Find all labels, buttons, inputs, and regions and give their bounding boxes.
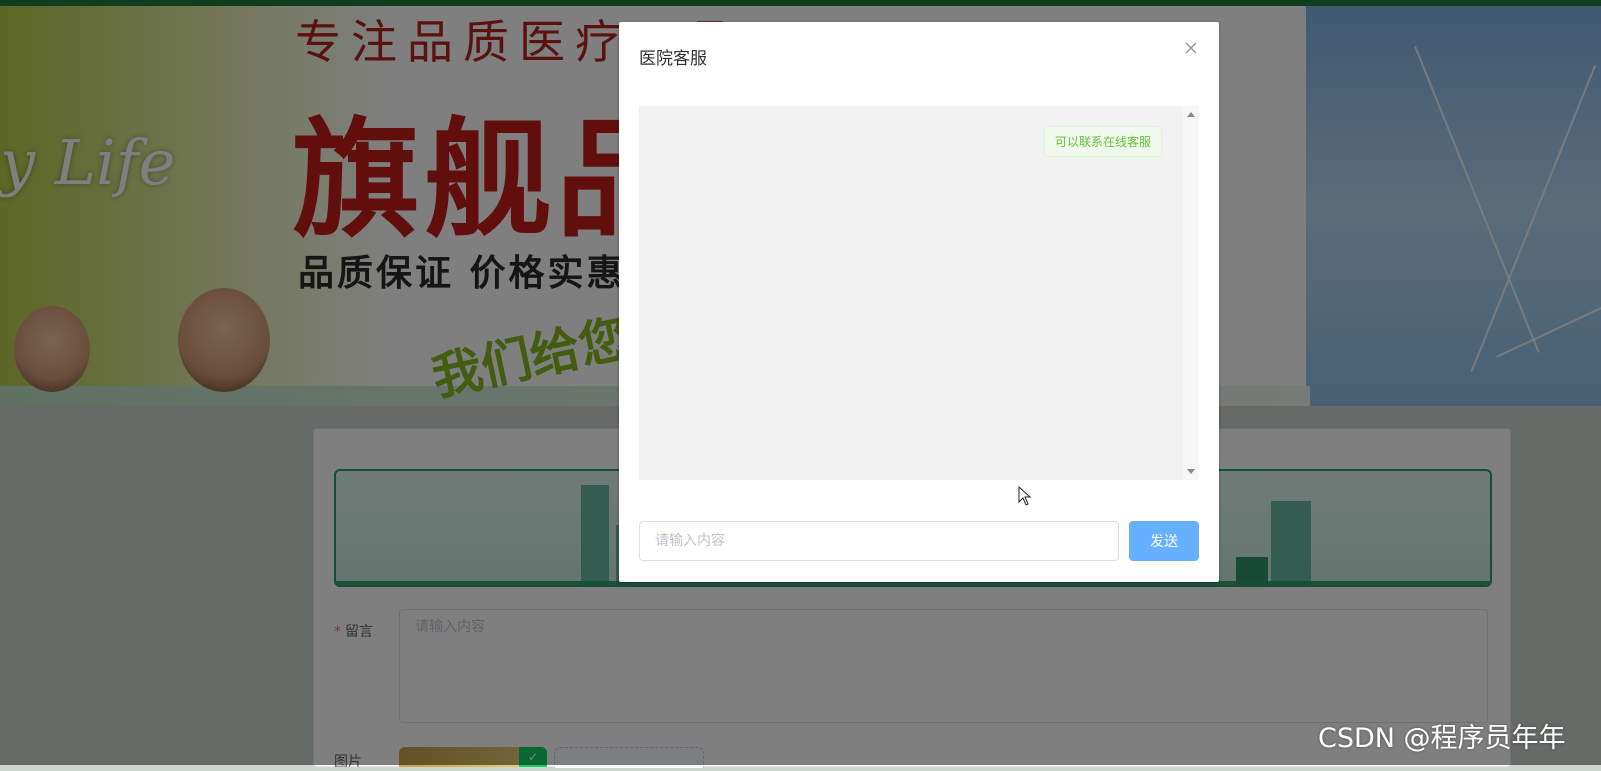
chat-message-area[interactable]: 可以联系在线客服 xyxy=(639,106,1199,480)
scroll-up-icon[interactable] xyxy=(1187,112,1195,117)
chat-input[interactable] xyxy=(639,521,1119,561)
chat-message-bubble: 可以联系在线客服 xyxy=(1043,126,1162,157)
customer-service-dialog: 医院客服 可以联系在线客服 发送 xyxy=(619,22,1219,582)
chat-scrollbar[interactable] xyxy=(1183,106,1199,480)
scroll-down-icon[interactable] xyxy=(1187,469,1195,474)
dialog-title: 医院客服 xyxy=(639,49,707,69)
close-icon[interactable] xyxy=(1181,38,1201,58)
watermark: CSDN @程序员年年 xyxy=(1318,723,1566,754)
mouse-cursor-icon xyxy=(1018,486,1032,506)
send-button[interactable]: 发送 xyxy=(1129,521,1199,561)
